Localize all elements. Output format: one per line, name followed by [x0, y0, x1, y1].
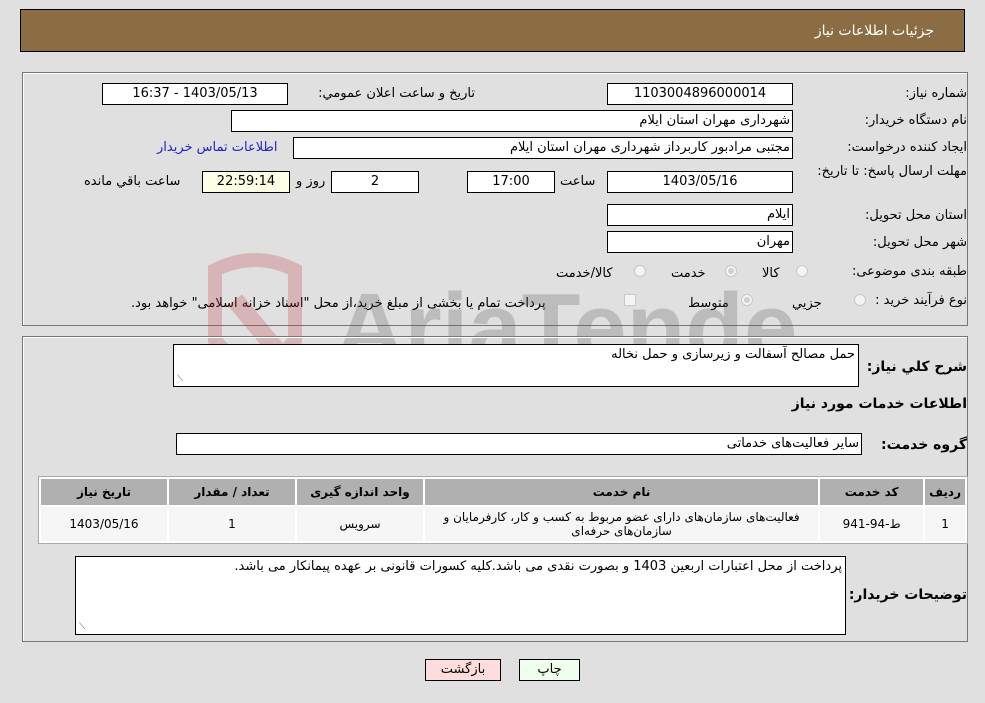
buyer-contact-link[interactable]: اطلاعات تماس خریدار — [157, 140, 277, 155]
cell-service-name: فعالیت‌های سازمان‌های دارای عضو مربوط به… — [425, 507, 819, 541]
buyer-org-field: شهرداری مهران استان ایلام — [231, 110, 793, 132]
days-label: روز و — [296, 174, 326, 189]
city-label: شهر محل تحویل: — [872, 235, 967, 250]
cell-unit: سرویس — [297, 507, 423, 541]
col-row-number: ردیف — [925, 479, 965, 505]
col-need-date: تاریخ نیاز — [41, 479, 167, 505]
deadline-time-label: ساعت — [560, 174, 596, 189]
col-quantity: تعداد / مقدار — [169, 479, 295, 505]
process-label: نوع فرآیند خرید : — [875, 293, 967, 308]
process-radio-minor[interactable] — [854, 294, 866, 306]
creator-field: مجتبی مرادبور کاربرداز شهرداری مهران است… — [293, 137, 793, 159]
category-option-goods: کالا — [762, 266, 780, 281]
table-row: 1 ط-94-941 فعالیت‌های سازمان‌های دارای ع… — [41, 507, 965, 541]
cell-row-number: 1 — [925, 507, 965, 541]
table-header-row: ردیف کد خدمت نام خدمت واحد اندازه گیری ت… — [41, 479, 965, 505]
category-radio-service[interactable] — [725, 265, 737, 277]
deadline-label: مهلت ارسال پاسخ: تا تاریخ: — [817, 164, 967, 179]
buyer-notes-textarea[interactable]: پرداخت از محل اعتبارات اربعین 1403 و بصو… — [75, 556, 846, 635]
category-option-service: خدمت — [671, 266, 706, 281]
process-option-medium: متوسط — [688, 296, 729, 311]
resize-grip-icon[interactable]: ⟋ — [79, 622, 85, 632]
category-radio-goods[interactable] — [796, 265, 808, 277]
description-text: حمل مصالح آسفالت و زیرسازی و حمل نخاله — [611, 347, 855, 362]
cell-service-code: ط-94-941 — [820, 507, 924, 541]
service-group-field: سایر فعالیت‌های خدماتی — [176, 433, 862, 455]
announce-field: 1403/05/13 - 16:37 — [102, 83, 288, 105]
process-option-minor: جزيي — [792, 296, 822, 311]
time-remaining-field: 22:59:14 — [202, 171, 290, 193]
col-service-code: کد خدمت — [820, 479, 924, 505]
col-unit: واحد اندازه گیری — [297, 479, 423, 505]
announce-label: تاریخ و ساعت اعلان عمومي: — [318, 86, 475, 101]
need-number-label: شماره نیاز: — [905, 86, 967, 101]
buyer-notes-text: پرداخت از محل اعتبارات اربعین 1403 و بصو… — [234, 559, 842, 574]
category-option-goods-service: کالا/خدمت — [556, 266, 613, 281]
category-label: طبقه بندی موضوعی: — [851, 264, 967, 279]
col-service-name: نام خدمت — [425, 479, 819, 505]
process-radio-medium[interactable] — [741, 294, 753, 306]
cell-need-date: 1403/05/16 — [41, 507, 167, 541]
category-radio-goods-service[interactable] — [634, 265, 646, 277]
deadline-time-field: 17:00 — [467, 171, 555, 193]
city-field: مهران — [607, 231, 793, 253]
need-number-field: 1103004896000014 — [607, 83, 793, 105]
description-label: شرح کلي نياز: — [866, 359, 967, 375]
description-textarea[interactable]: حمل مصالح آسفالت و زیرسازی و حمل نخاله ⟋ — [173, 344, 859, 387]
services-table: ردیف کد خدمت نام خدمت واحد اندازه گیری ت… — [38, 476, 968, 544]
print-button[interactable]: چاپ — [519, 659, 580, 681]
province-label: استان محل تحویل: — [865, 208, 967, 223]
page-title: جزئیات اطلاعات نیاز — [814, 23, 934, 39]
deadline-date-field: 1403/05/16 — [607, 171, 793, 193]
services-heading: اطلاعات خدمات مورد نياز — [791, 396, 967, 412]
treasury-note: پرداخت تمام یا بخشی از مبلغ خرید،از محل … — [131, 296, 546, 311]
buyer-org-label: نام دستگاه خريدار: — [864, 113, 967, 128]
page-header: جزئیات اطلاعات نیاز — [20, 9, 965, 52]
service-group-label: گروه خدمت: — [881, 437, 967, 453]
back-button[interactable]: بازگشت — [425, 659, 501, 681]
days-remaining-field: 2 — [331, 171, 419, 193]
resize-grip-icon[interactable]: ⟋ — [177, 374, 183, 384]
province-field: ایلام — [607, 204, 793, 226]
time-remaining-label: ساعت باقي مانده — [84, 174, 181, 189]
treasury-checkbox[interactable] — [624, 294, 636, 306]
creator-label: ایجاد کننده درخواست: — [847, 140, 967, 155]
cell-quantity: 1 — [169, 507, 295, 541]
buyer-notes-label: توضيحات خريدار: — [848, 587, 967, 603]
